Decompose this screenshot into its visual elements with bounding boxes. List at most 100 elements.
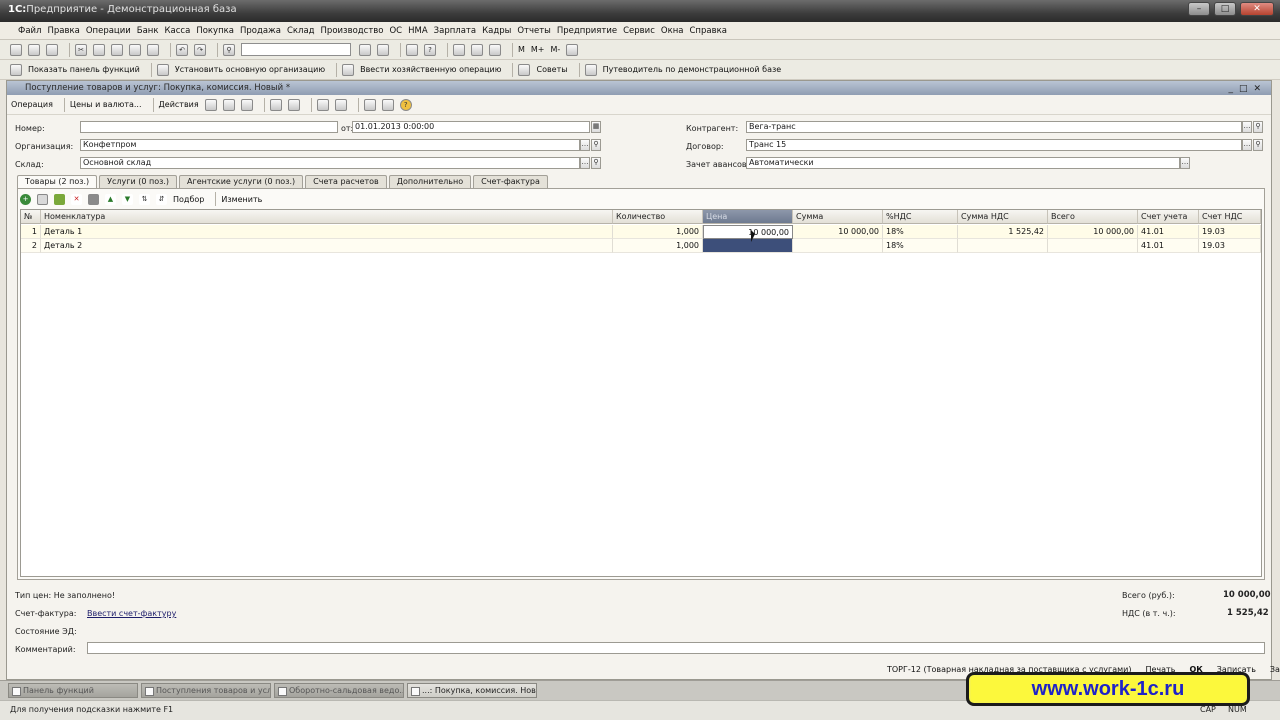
col-header-vat-rate[interactable]: %НДС <box>883 210 958 224</box>
report-icon[interactable] <box>334 98 347 111</box>
col-header-account[interactable]: Счет учета <box>1138 210 1199 224</box>
task-functions-panel[interactable]: Панель функций <box>8 683 138 698</box>
row1-sum[interactable]: 10 000,00 <box>793 225 883 239</box>
task-goods-receipts[interactable]: Поступления товаров и услуг <box>141 683 271 698</box>
preview-icon[interactable] <box>147 43 159 56</box>
copy-row-icon[interactable] <box>37 193 48 205</box>
menu-production[interactable]: Производство <box>321 26 384 36</box>
tab-agent-services[interactable]: Агентские услуги (0 поз.) <box>179 175 304 188</box>
tab-settlement-accounts[interactable]: Счета расчетов <box>305 175 387 188</box>
save-doc-icon[interactable] <box>204 98 217 111</box>
row2-vat-rate[interactable]: 18% <box>883 239 958 253</box>
row2-vat-account[interactable]: 19.03 <box>1199 239 1261 253</box>
menu-edit[interactable]: Правка <box>47 26 79 36</box>
row1-vat-rate[interactable]: 18% <box>883 225 958 239</box>
move-up-icon[interactable]: ▲ <box>105 193 116 205</box>
new-icon[interactable] <box>10 43 22 56</box>
save-icon[interactable] <box>46 43 58 56</box>
list-icon[interactable] <box>381 98 394 111</box>
tips-button[interactable]: Советы <box>536 65 567 74</box>
cut-icon[interactable]: ✂ <box>75 43 87 56</box>
menu-purchase[interactable]: Покупка <box>196 26 234 36</box>
print-icon[interactable] <box>129 43 141 56</box>
end-edit-icon[interactable] <box>88 193 99 205</box>
menu-warehouse[interactable]: Склад <box>287 26 315 36</box>
edit-row-icon[interactable] <box>54 193 65 205</box>
col-header-n[interactable]: № <box>21 210 41 224</box>
paste-icon[interactable] <box>111 43 123 56</box>
task-balance-sheet[interactable]: Оборотно-сальдовая ведо... <box>274 683 404 698</box>
table-icon[interactable] <box>489 43 501 56</box>
number-field[interactable] <box>80 121 338 133</box>
col-header-total[interactable]: Всего <box>1048 210 1138 224</box>
menu-enterprise[interactable]: Предприятие <box>557 26 617 36</box>
settings-icon[interactable] <box>566 43 579 56</box>
contract-open-icon[interactable]: ⚲ <box>1253 139 1263 151</box>
col-header-vat-sum[interactable]: Сумма НДС <box>958 210 1048 224</box>
basis-icon[interactable] <box>269 98 282 111</box>
menu-operations[interactable]: Операции <box>86 26 131 36</box>
pick-button[interactable]: Подбор <box>173 195 204 204</box>
post-icon[interactable] <box>222 98 235 111</box>
col-header-name[interactable]: Номенклатура <box>41 210 613 224</box>
memory-m-button[interactable]: M <box>518 45 525 54</box>
menu-file[interactable]: Файл <box>18 26 41 36</box>
maximize-button[interactable]: □ <box>1214 2 1236 16</box>
col-header-price[interactable]: Цена <box>703 210 793 224</box>
row2-sum[interactable] <box>793 239 883 253</box>
prices-currency-button[interactable]: Цены и валюта... <box>70 100 142 109</box>
sort-desc-icon[interactable]: ⇵ <box>156 193 167 205</box>
contract-select-button[interactable]: … <box>1242 139 1252 151</box>
menu-bank[interactable]: Банк <box>137 26 159 36</box>
delete-row-icon[interactable]: ✕ <box>71 193 82 205</box>
set-org-button[interactable]: Установить основную организацию <box>175 65 325 74</box>
tab-goods[interactable]: Товары (2 поз.) <box>17 175 98 189</box>
movements-icon[interactable] <box>316 98 329 111</box>
row1-qty[interactable]: 1,000 <box>613 225 703 239</box>
warehouse-field[interactable]: Основной склад <box>80 157 580 169</box>
copy-icon[interactable] <box>93 43 105 56</box>
date-field[interactable]: 01.01.2013 0:00:00 <box>352 121 590 133</box>
help-doc-icon[interactable]: ? <box>399 98 412 111</box>
col-header-qty[interactable]: Количество <box>613 210 703 224</box>
guide-button[interactable]: Путеводитель по демонстрационной базе <box>603 65 782 74</box>
org-field[interactable]: Конфетпром <box>80 139 580 151</box>
calculator-icon[interactable] <box>471 43 483 56</box>
menu-os[interactable]: ОС <box>389 26 402 36</box>
task-current-document[interactable]: ...: Покупка, комиссия. Нов... <box>407 683 537 698</box>
move-down-icon[interactable]: ▼ <box>122 193 133 205</box>
show-panel-button[interactable]: Показать панель функций <box>28 65 140 74</box>
document-window-controls[interactable]: _□✕ <box>1228 82 1267 96</box>
contractor-select-button[interactable]: … <box>1242 121 1252 133</box>
row1-vat-account[interactable]: 19.03 <box>1199 225 1261 239</box>
search-input[interactable] <box>241 43 351 56</box>
add-row-icon[interactable]: + <box>20 193 31 205</box>
find-next-icon[interactable] <box>359 43 371 56</box>
col-header-vat-account[interactable]: Счет НДС <box>1199 210 1261 224</box>
row2-name[interactable]: Деталь 2 <box>41 239 613 253</box>
structure-icon[interactable] <box>287 98 300 111</box>
row2-total[interactable] <box>1048 239 1138 253</box>
row2-account[interactable]: 41.01 <box>1138 239 1199 253</box>
actions-menu[interactable]: Действия <box>159 100 199 109</box>
unpost-icon[interactable] <box>240 98 253 111</box>
menu-service[interactable]: Сервис <box>623 26 655 36</box>
warehouse-open-icon[interactable]: ⚲ <box>591 157 601 169</box>
help-icon[interactable]: ? <box>424 43 436 56</box>
close-doc-button[interactable]: Закрыть <box>1270 665 1280 674</box>
org-select-button[interactable]: … <box>580 139 590 151</box>
col-header-sum[interactable]: Сумма <box>793 210 883 224</box>
menu-reports[interactable]: Отчеты <box>517 26 551 36</box>
sort-asc-icon[interactable]: ⇅ <box>139 193 150 205</box>
advance-select-button[interactable]: … <box>1180 157 1190 169</box>
menu-salary[interactable]: Зарплата <box>434 26 476 36</box>
contractor-open-icon[interactable]: ⚲ <box>1253 121 1263 133</box>
row1-price[interactable]: 10 000,00 <box>703 225 793 239</box>
menu-windows[interactable]: Окна <box>661 26 684 36</box>
contractor-field[interactable]: Вега-транс <box>746 121 1242 133</box>
minimize-button[interactable]: – <box>1188 2 1210 16</box>
enter-invoice-link[interactable]: Ввести счет-фактуру <box>87 609 176 618</box>
memory-plus-button[interactable]: M+ <box>531 45 545 54</box>
calendar-button[interactable]: ▦ <box>591 121 601 133</box>
contract-field[interactable]: Транс 15 <box>746 139 1242 151</box>
